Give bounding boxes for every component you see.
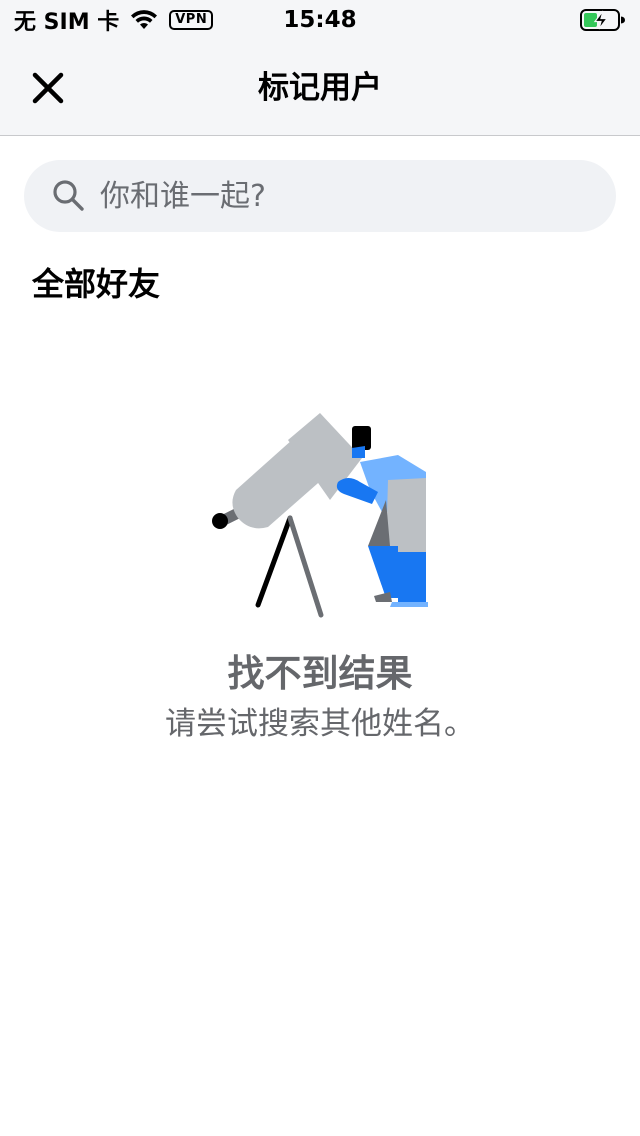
empty-state-subtitle: 请尝试搜索其他姓名。 [165, 706, 475, 742]
search-input[interactable] [100, 160, 590, 232]
page-title: 标记用户 [258, 70, 382, 106]
telescope-person-illustration [200, 400, 440, 630]
status-bar: 无 SIM 卡 VPN 15:48 [0, 0, 640, 40]
empty-state-title: 找不到结果 [227, 652, 413, 695]
status-time: 15:48 [283, 7, 357, 33]
search-icon [52, 179, 86, 217]
search-box[interactable] [24, 160, 616, 232]
battery-charging-icon [580, 9, 626, 31]
nav-header: 标记用户 [0, 40, 640, 136]
section-heading-all-friends: 全部好友 [32, 265, 161, 303]
